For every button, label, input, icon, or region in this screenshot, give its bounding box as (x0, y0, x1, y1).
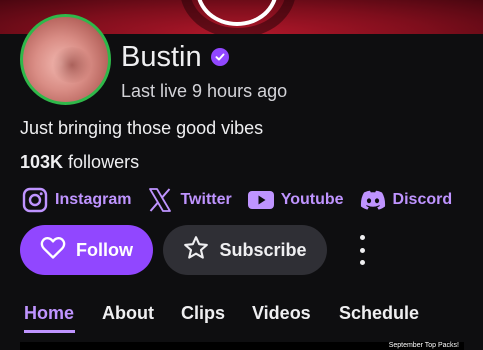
social-links: Instagram Twitter Youtube Discord (20, 186, 466, 214)
channel-bio: Just bringing those good vibes (20, 118, 264, 138)
more-options-icon[interactable] (350, 235, 374, 265)
verified-badge-icon (211, 48, 229, 66)
social-link-label: Youtube (280, 191, 344, 208)
youtube-icon (246, 186, 276, 214)
social-link-label: Instagram (55, 191, 132, 208)
social-link-youtube[interactable]: Youtube (246, 186, 344, 214)
follow-button-label: Follow (76, 239, 133, 260)
subscribe-button-label: Subscribe (219, 239, 307, 260)
video-preview-caption: September Top Packs! (388, 342, 459, 349)
tab-home[interactable]: Home (24, 302, 74, 324)
tab-videos[interactable]: Videos (252, 302, 311, 324)
channel-name: Bustin (121, 41, 202, 73)
social-link-twitter[interactable]: Twitter (145, 186, 232, 214)
social-link-instagram[interactable]: Instagram (20, 186, 131, 214)
follower-count-value: 103K (20, 152, 64, 172)
more-options-dot (359, 235, 365, 240)
social-link-discord[interactable]: Discord (358, 186, 453, 214)
heart-icon (40, 236, 66, 265)
last-live-status: Last live 9 hours ago (121, 81, 288, 101)
follower-count-label: followers (68, 152, 140, 172)
social-link-label: Discord (392, 191, 453, 208)
more-options-dot (359, 247, 365, 253)
follower-count: 103K followers (20, 151, 139, 173)
avatar-image (51, 47, 93, 83)
star-icon (183, 235, 209, 266)
tab-about[interactable]: About (102, 302, 154, 324)
discord-icon (358, 186, 388, 214)
social-link-label: Twitter (180, 191, 232, 208)
tab-schedule[interactable]: Schedule (339, 302, 419, 324)
avatar[interactable] (20, 14, 111, 105)
active-tab-indicator (24, 330, 75, 333)
more-options-dot (359, 260, 365, 265)
x-twitter-icon (145, 186, 175, 214)
instagram-icon (20, 186, 50, 214)
tab-clips[interactable]: Clips (181, 302, 225, 324)
follow-button[interactable]: Follow (20, 225, 153, 275)
subscribe-button[interactable]: Subscribe (163, 225, 327, 275)
